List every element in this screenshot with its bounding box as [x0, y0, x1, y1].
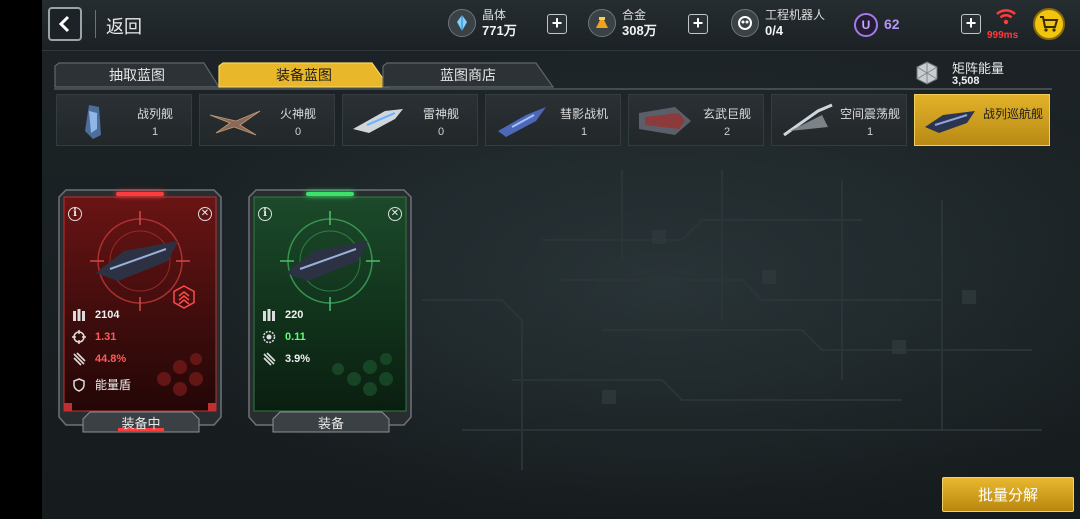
button-label: 装备中: [121, 415, 161, 431]
blueprint-card[interactable]: i ✕ 220 0.11 3.9% 装备: [248, 189, 412, 433]
u-currency-value: 62: [884, 16, 900, 32]
comet-fighter-icon: [498, 107, 546, 137]
burst-icon: [263, 352, 276, 366]
gear-target-icon: [262, 330, 276, 344]
ship-category-space-shock[interactable]: 空间震荡舰 1: [771, 94, 907, 146]
alloy-resource: 合金 308万: [588, 8, 657, 38]
stat-value: 能量盾: [95, 378, 132, 392]
matrix-energy-value: 3,508: [952, 75, 980, 87]
status-lamp: [116, 192, 164, 196]
close-icon[interactable]: ✕: [388, 207, 402, 221]
burst-icon: [73, 352, 86, 366]
ship-count: 2: [723, 126, 731, 138]
stat-ammo: 2104: [72, 308, 119, 322]
divider: [95, 10, 96, 38]
back-label[interactable]: 返回: [106, 13, 142, 39]
ship-count: 0: [294, 126, 302, 138]
add-alloy-button[interactable]: +: [688, 14, 708, 34]
shop-cart-button[interactable]: [1033, 8, 1065, 40]
alloy-label: 合金: [622, 8, 647, 22]
ship-category-bar: 战列舰 1 火神舰 0 雷神舰 0 彗影战机 1 玄武巨舰 2 空间震荡舰 1: [56, 94, 1052, 146]
crosshair-icon: [72, 330, 86, 344]
ship-category-comet-fighter[interactable]: 彗影战机 1: [485, 94, 621, 146]
ship-name: 彗影战机: [559, 107, 608, 121]
game-screen: 返回 晶体 771万 + 合金 308万 + 工程机器人 0/4 U 62 + …: [42, 0, 1080, 519]
u-currency-icon: U: [854, 13, 878, 37]
robot-value: 0/4: [765, 23, 784, 38]
matrix-energy-icon: [916, 61, 938, 85]
back-button[interactable]: [48, 7, 82, 41]
button-label: 装备: [317, 415, 344, 431]
vulcan-ship-icon: [209, 110, 261, 136]
add-crystal-button[interactable]: +: [547, 14, 567, 34]
ship-category-xuanwu[interactable]: 玄武巨舰 2: [628, 94, 764, 146]
ship-category-battlecruiser[interactable]: 战列巡航舰: [914, 94, 1050, 146]
ship-name: 空间震荡舰: [839, 107, 900, 121]
crystal-icon: [448, 9, 476, 37]
stat-rate: 0.11: [262, 330, 306, 344]
tab-label: 蓝图商店: [440, 67, 496, 83]
shield-icon: [73, 377, 85, 392]
tab-label: 抽取蓝图: [109, 67, 165, 83]
crystal-resource: 晶体 771万: [448, 8, 517, 38]
ship-name: 战列巡航舰: [982, 107, 1043, 121]
equipped-button[interactable]: 装备中: [82, 411, 200, 433]
stat-value: 44.8%: [95, 353, 127, 365]
ammo-icon: [263, 309, 275, 321]
status-lamp: [306, 192, 354, 196]
bulk-dismantle-button[interactable]: 批量分解: [942, 477, 1074, 512]
tab-blueprint-shop[interactable]: 蓝图商店: [382, 62, 554, 88]
stat-value: 1.31: [95, 331, 117, 343]
ship-count: 1: [151, 126, 159, 138]
ship-name: 雷神舰: [422, 107, 459, 121]
stat-percent: 3.9%: [262, 352, 310, 366]
stat-shield: 能量盾: [72, 376, 131, 393]
ship-count: 1: [580, 126, 588, 138]
stat-rate: 1.31: [72, 330, 116, 344]
space-shock-ship-icon: [783, 103, 833, 137]
tab-label: 装备蓝图: [276, 67, 332, 83]
battlecruiser-icon: [925, 111, 975, 133]
ship-count: 1: [866, 126, 874, 138]
stat-ammo: 220: [262, 308, 303, 322]
blueprint-card-equipped[interactable]: i ✕ 2104 1.31 44.8% 能量盾 装备中: [58, 189, 222, 433]
ship-category-battleship[interactable]: 战列舰 1: [56, 94, 192, 146]
chevron-left-icon: [58, 15, 70, 33]
stat-value: 2104: [95, 309, 120, 321]
stat-value: 220: [285, 309, 304, 321]
info-icon[interactable]: i: [258, 207, 272, 221]
crystal-value: 771万: [482, 23, 517, 38]
stat-value: 0.11: [285, 331, 306, 343]
close-icon[interactable]: ✕: [198, 207, 212, 221]
ship-count: 0: [437, 126, 445, 138]
equip-button[interactable]: 装备: [272, 411, 390, 433]
ship-name: 战列舰: [136, 107, 173, 121]
alloy-value: 308万: [622, 23, 657, 38]
ship-category-thor[interactable]: 雷神舰 0: [342, 94, 478, 146]
info-icon[interactable]: i: [68, 207, 82, 221]
tab-equip-blueprint[interactable]: 装备蓝图: [218, 62, 390, 88]
robot-label: 工程机器人: [765, 8, 826, 22]
ship-name: 火神舰: [279, 107, 316, 121]
add-u-currency-button[interactable]: +: [961, 14, 981, 34]
stat-percent: 44.8%: [72, 352, 126, 366]
tab-underline: [54, 88, 1052, 90]
ping-value: 999ms: [987, 30, 1019, 41]
ammo-icon: [73, 309, 85, 321]
tab-draw-blueprint[interactable]: 抽取蓝图: [54, 62, 220, 88]
alloy-icon: [588, 9, 616, 37]
stat-value: 3.9%: [285, 353, 311, 365]
thor-ship-icon: [353, 109, 403, 133]
battleship-icon: [85, 105, 101, 139]
wifi-signal-icon: [996, 9, 1016, 25]
robot-resource: 工程机器人 0/4: [731, 8, 825, 38]
ship-category-vulcan[interactable]: 火神舰 0: [199, 94, 335, 146]
top-bar: 返回 晶体 771万 + 合金 308万 + 工程机器人 0/4 U 62 + …: [42, 0, 1080, 51]
robot-icon: [731, 9, 759, 37]
xuanwu-ship-icon: [639, 107, 691, 135]
rank-chevron-icon: [173, 285, 195, 309]
ship-name: 玄武巨舰: [702, 107, 751, 121]
crystal-label: 晶体: [482, 8, 507, 22]
cart-icon: [1040, 16, 1059, 32]
